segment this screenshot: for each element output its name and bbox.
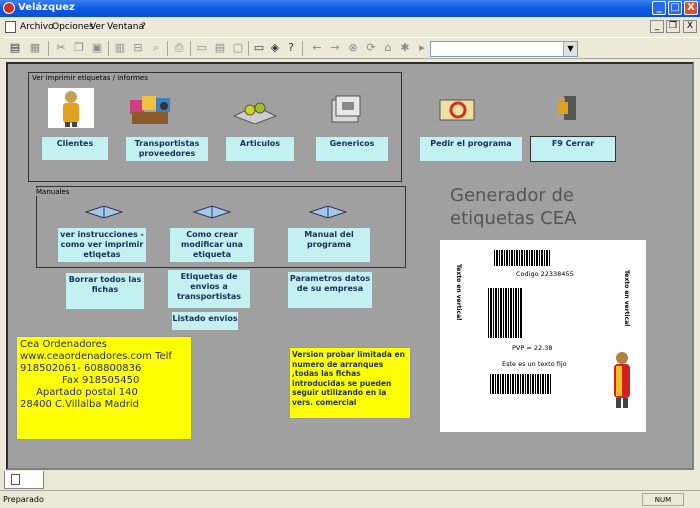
book-icon[interactable]	[84, 204, 124, 220]
document-icon	[11, 474, 20, 485]
menu-ventana[interactable]: Ventana	[107, 22, 144, 32]
copy-icon[interactable]: ❐	[72, 41, 86, 55]
company-fax: Fax 918505450	[62, 375, 140, 386]
company-web: www.ceaordenadores.com Telf	[20, 351, 172, 362]
barcode-middle	[488, 288, 522, 338]
label-preview: Texto en vertical Codigo 22338455 PVP = …	[440, 240, 646, 432]
save-icon[interactable]: ▦	[28, 41, 42, 55]
mdi-close-button[interactable]: X	[683, 20, 697, 33]
transportistas-button[interactable]: Transportistas proveedores	[126, 137, 208, 161]
people-group-icon[interactable]	[126, 92, 176, 128]
search-icon[interactable]: ⌕	[149, 41, 163, 55]
document-icon[interactable]	[5, 21, 16, 33]
page-icon[interactable]: ▢	[231, 41, 245, 55]
maximize-button[interactable]: □	[668, 1, 682, 15]
ver-instrucciones-button[interactable]: ver instrucciones - como ver imprimir et…	[58, 228, 146, 262]
report-icon[interactable]: ▤	[213, 41, 227, 55]
shape-icon[interactable]: ◈	[268, 41, 282, 55]
minimize-button[interactable]: _	[652, 1, 666, 15]
window-title: Velázquez	[18, 2, 75, 13]
exit-door-icon[interactable]	[556, 94, 580, 122]
status-bar: Preparado NUM	[0, 490, 700, 508]
menu-bar: Archivo Opciones Ver Ventana ? _ ❐ X	[0, 17, 700, 37]
pedir-programa-button[interactable]: Pedir el programa	[420, 137, 522, 161]
menu-opciones[interactable]: Opciones	[52, 22, 94, 32]
codigo-text: Codigo 22338455	[516, 270, 574, 278]
company-po-box: Apartado postal 140	[36, 387, 138, 398]
window-icon[interactable]: ▭	[252, 41, 266, 55]
favorites-icon[interactable]: ✱	[398, 41, 412, 55]
toolbar: ▤ ▦ ✂ ❐ ▣ ▥ ⊟ ⌕ ⎙ ▭ ▤ ▢ ▭ ◈ ? ← → ⊗ ⟳ ⌂ …	[0, 37, 700, 59]
genericos-button[interactable]: Genericos	[316, 137, 388, 161]
person-icon[interactable]	[48, 88, 94, 128]
articles-icon[interactable]	[230, 98, 280, 124]
status-text: Preparado	[3, 495, 44, 504]
borrar-fichas-button[interactable]: Borrar todos las fichas	[66, 273, 144, 309]
como-crear-button[interactable]: Como crear modificar una etiqueta	[170, 228, 254, 262]
help-icon[interactable]: ?	[284, 41, 298, 55]
menu-ver[interactable]: Ver	[90, 22, 105, 32]
table-icon[interactable]: ▥	[113, 41, 127, 55]
person-icon	[614, 352, 630, 408]
print-icon[interactable]: ⎙	[172, 41, 186, 55]
mdi-minimize-button[interactable]: _	[650, 20, 664, 33]
book-icon[interactable]	[308, 204, 348, 220]
menu-archivo[interactable]: Archivo	[20, 22, 54, 32]
menu-help[interactable]: ?	[141, 22, 146, 32]
arrow-left-icon[interactable]: ←	[310, 41, 324, 55]
go-icon[interactable]: ▸	[415, 41, 429, 55]
generator-title: Generador de etiquetas CEA	[450, 185, 577, 229]
home-icon[interactable]: ⌂	[381, 41, 395, 55]
app-icon[interactable]	[3, 2, 15, 14]
paste-icon[interactable]: ▣	[90, 41, 104, 55]
close-button[interactable]: X	[684, 1, 698, 15]
manual-programa-button[interactable]: Manual del programa	[288, 228, 370, 262]
order-icon[interactable]	[438, 96, 480, 124]
title-bar: Velázquez _ □ X	[0, 0, 700, 17]
main-panel: Ver imprimir etiquetas / informes Client…	[6, 62, 694, 470]
etiquetas-envios-button[interactable]: Etiquetas de envios a transportistas	[168, 270, 250, 308]
cut-icon[interactable]: ✂	[54, 41, 68, 55]
book-icon[interactable]	[192, 204, 232, 220]
manuals-group-label: Manuales	[36, 188, 70, 196]
num-lock-indicator: NUM	[642, 493, 684, 506]
generic-icon[interactable]	[330, 92, 364, 126]
barcode-top	[494, 250, 550, 266]
vertical-text-left: Texto en vertical	[455, 264, 462, 321]
clientes-button[interactable]: Clientes	[42, 137, 108, 160]
company-address: 28400 C.Villalba Madrid	[20, 399, 140, 410]
mdi-restore-button[interactable]: ❐	[666, 20, 680, 33]
stop-icon[interactable]: ⊗	[346, 41, 360, 55]
barcode-bottom	[490, 374, 552, 394]
vertical-text-right: Texto en vertical	[623, 270, 630, 327]
company-phone: 918502061- 608800836	[20, 363, 142, 374]
promo-box: Version probar limitada en numero de arr…	[289, 347, 411, 419]
address-combo[interactable]: ▼	[430, 41, 578, 57]
filter-icon[interactable]: ⊟	[131, 41, 145, 55]
articulos-button[interactable]: Articulos	[226, 137, 294, 161]
company-name: Cea Ordenadores	[20, 339, 107, 350]
arrow-right-icon[interactable]: →	[328, 41, 342, 55]
listado-envios-button[interactable]: Listado envios	[172, 312, 238, 330]
parametros-button[interactable]: Parametros datos de su empresa	[288, 272, 372, 308]
texto-fijo-text: Este es un texto fijo	[502, 360, 567, 368]
company-info-box: Cea Ordenadores www.ceaordenadores.com T…	[16, 336, 192, 440]
cerrar-button[interactable]: F9 Cerrar	[530, 136, 616, 162]
pvp-text: PVP = 22.38	[512, 344, 553, 352]
refresh-icon[interactable]: ⟳	[364, 41, 378, 55]
mdi-window-tab[interactable]	[4, 471, 44, 489]
preview-icon[interactable]: ▭	[195, 41, 209, 55]
print-group-label: Ver imprimir etiquetas / informes	[32, 74, 148, 82]
chevron-down-icon[interactable]: ▼	[563, 42, 577, 56]
open-folder-icon[interactable]: ▤	[8, 41, 22, 55]
